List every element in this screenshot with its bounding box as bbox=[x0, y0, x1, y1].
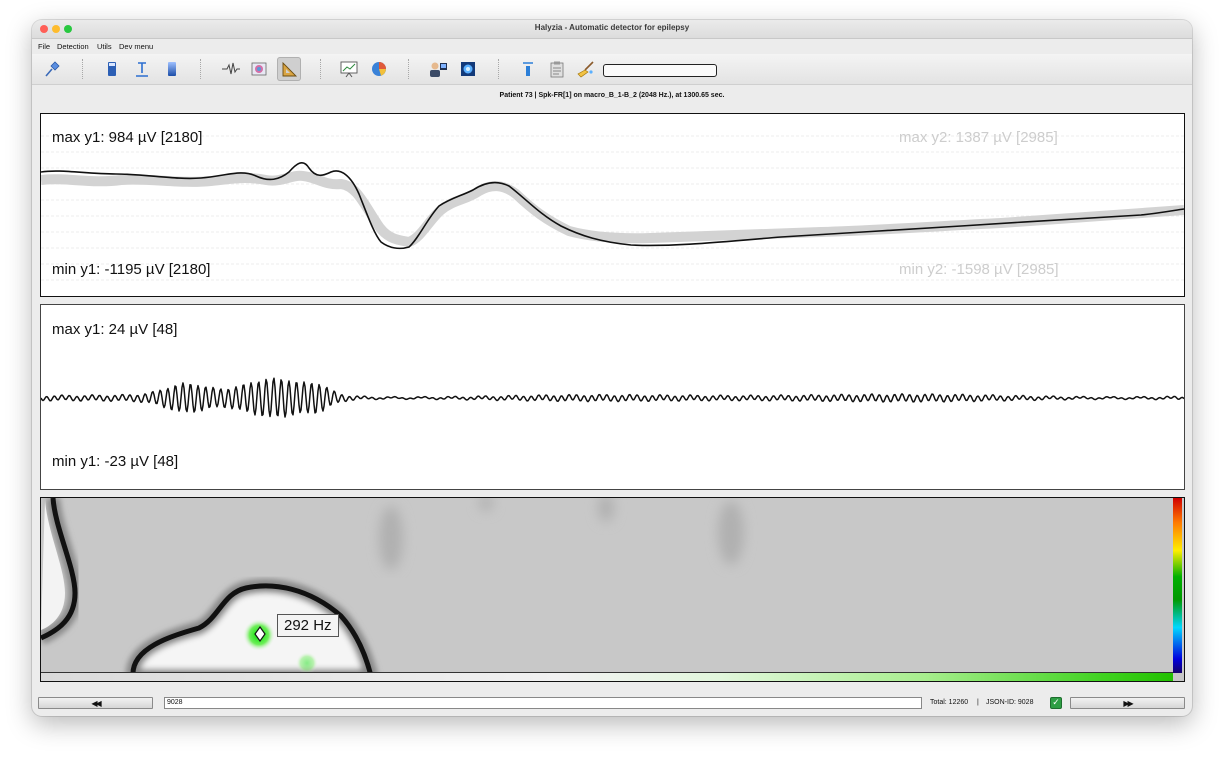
toolbar-separator bbox=[320, 59, 321, 79]
text-cursor-button[interactable] bbox=[130, 57, 154, 81]
json-id: JSON-ID: 9028 bbox=[986, 699, 1034, 706]
waveform-button[interactable] bbox=[219, 57, 243, 81]
doctor-button[interactable] bbox=[426, 57, 450, 81]
min-y1-label: min y1: -23 µV [48] bbox=[52, 453, 179, 470]
menu-bar: File Detection Utils Dev menu bbox=[32, 39, 1192, 53]
text-cursor-icon bbox=[136, 62, 148, 77]
min-y1-label: min y1: -1195 µV [2180] bbox=[52, 261, 211, 278]
blue-gradient-bar-icon bbox=[168, 62, 176, 76]
max-y2-label: max y2: 1387 µV [2985] bbox=[899, 129, 1058, 146]
waveform-icon bbox=[222, 62, 240, 75]
toolbar bbox=[32, 54, 1192, 85]
toolbar-separator bbox=[82, 59, 83, 79]
brain-scan-button[interactable] bbox=[247, 57, 271, 81]
previous-event-button[interactable]: ◀◀ bbox=[38, 697, 153, 709]
toolbar-progress-bar bbox=[603, 64, 717, 77]
colorbar bbox=[1173, 498, 1182, 673]
toolbar-separator bbox=[498, 59, 499, 79]
menu-detection[interactable]: Detection bbox=[57, 42, 89, 51]
toolbar-separator bbox=[408, 59, 409, 79]
filtered-signal-trace bbox=[41, 377, 1184, 418]
pie-chart-button[interactable] bbox=[367, 57, 391, 81]
pin-icon bbox=[45, 61, 60, 77]
filtered-signal-plot bbox=[41, 377, 1184, 418]
presentation-chart-button[interactable] bbox=[337, 57, 361, 81]
max-y1-label: max y1: 24 µV [48] bbox=[52, 321, 178, 338]
menu-utils[interactable]: Utils bbox=[97, 42, 112, 51]
raw-signal-panel[interactable]: max y1: 984 µV [2180] min y1: -1195 µV [… bbox=[40, 113, 1185, 297]
pie-chart-icon bbox=[372, 62, 386, 76]
clipboard-button[interactable] bbox=[545, 57, 569, 81]
brain-scan-icon bbox=[251, 62, 267, 76]
title-bar: Halyzia - Automatic detector for epileps… bbox=[32, 20, 1192, 39]
time-frequency-panel[interactable]: 292 Hz bbox=[40, 497, 1185, 682]
head-scan-button[interactable] bbox=[456, 57, 480, 81]
blue-bar-button[interactable] bbox=[100, 57, 124, 81]
clean-button[interactable] bbox=[574, 57, 598, 81]
total-count: Total: 12260 bbox=[930, 699, 969, 706]
head-scan-icon bbox=[461, 62, 475, 76]
pin-button[interactable] bbox=[40, 57, 64, 81]
validate-checkbox[interactable]: ✓ bbox=[1050, 697, 1062, 709]
status-separator: | bbox=[977, 699, 979, 706]
filter-info-button[interactable] bbox=[516, 57, 540, 81]
max-y1-label: max y1: 984 µV [2180] bbox=[52, 129, 203, 146]
chart-presentation-icon bbox=[340, 61, 358, 78]
min-y2-label: min y2: -1598 µV [2985] bbox=[899, 261, 1059, 278]
toolbar-separator bbox=[200, 59, 201, 79]
broom-icon bbox=[577, 61, 594, 78]
detection-info: Patient 73 | Spk-FR[1] on macro_B_1-B_2 … bbox=[499, 92, 725, 99]
ruler-triangle-icon bbox=[282, 61, 298, 77]
app-window: Halyzia - Automatic detector for epileps… bbox=[32, 20, 1192, 716]
time-frequency-map bbox=[41, 498, 744, 681]
blue-bar-icon bbox=[108, 62, 116, 76]
detection-strip bbox=[41, 672, 1173, 681]
filter-info-icon bbox=[523, 62, 533, 76]
next-event-button[interactable]: ▶▶ bbox=[1070, 697, 1185, 709]
event-id-input[interactable]: 9028 bbox=[164, 697, 922, 709]
menu-dev[interactable]: Dev menu bbox=[119, 42, 153, 51]
peak-frequency-label: 292 Hz bbox=[277, 614, 339, 637]
window-title: Halyzia - Automatic detector for epileps… bbox=[534, 23, 690, 32]
doctor-computer-icon bbox=[430, 62, 447, 77]
clipboard-icon bbox=[550, 61, 564, 78]
menu-file[interactable]: File bbox=[38, 42, 50, 51]
filtered-signal-panel[interactable]: max y1: 24 µV [48] min y1: -23 µV [48] bbox=[40, 304, 1185, 490]
measure-button[interactable] bbox=[277, 57, 301, 81]
bottom-bar: ◀◀ 9028 Total: 12260 | JSON-ID: 9028 ✓ ▶… bbox=[32, 695, 1192, 711]
gradient-bar-button[interactable] bbox=[160, 57, 184, 81]
